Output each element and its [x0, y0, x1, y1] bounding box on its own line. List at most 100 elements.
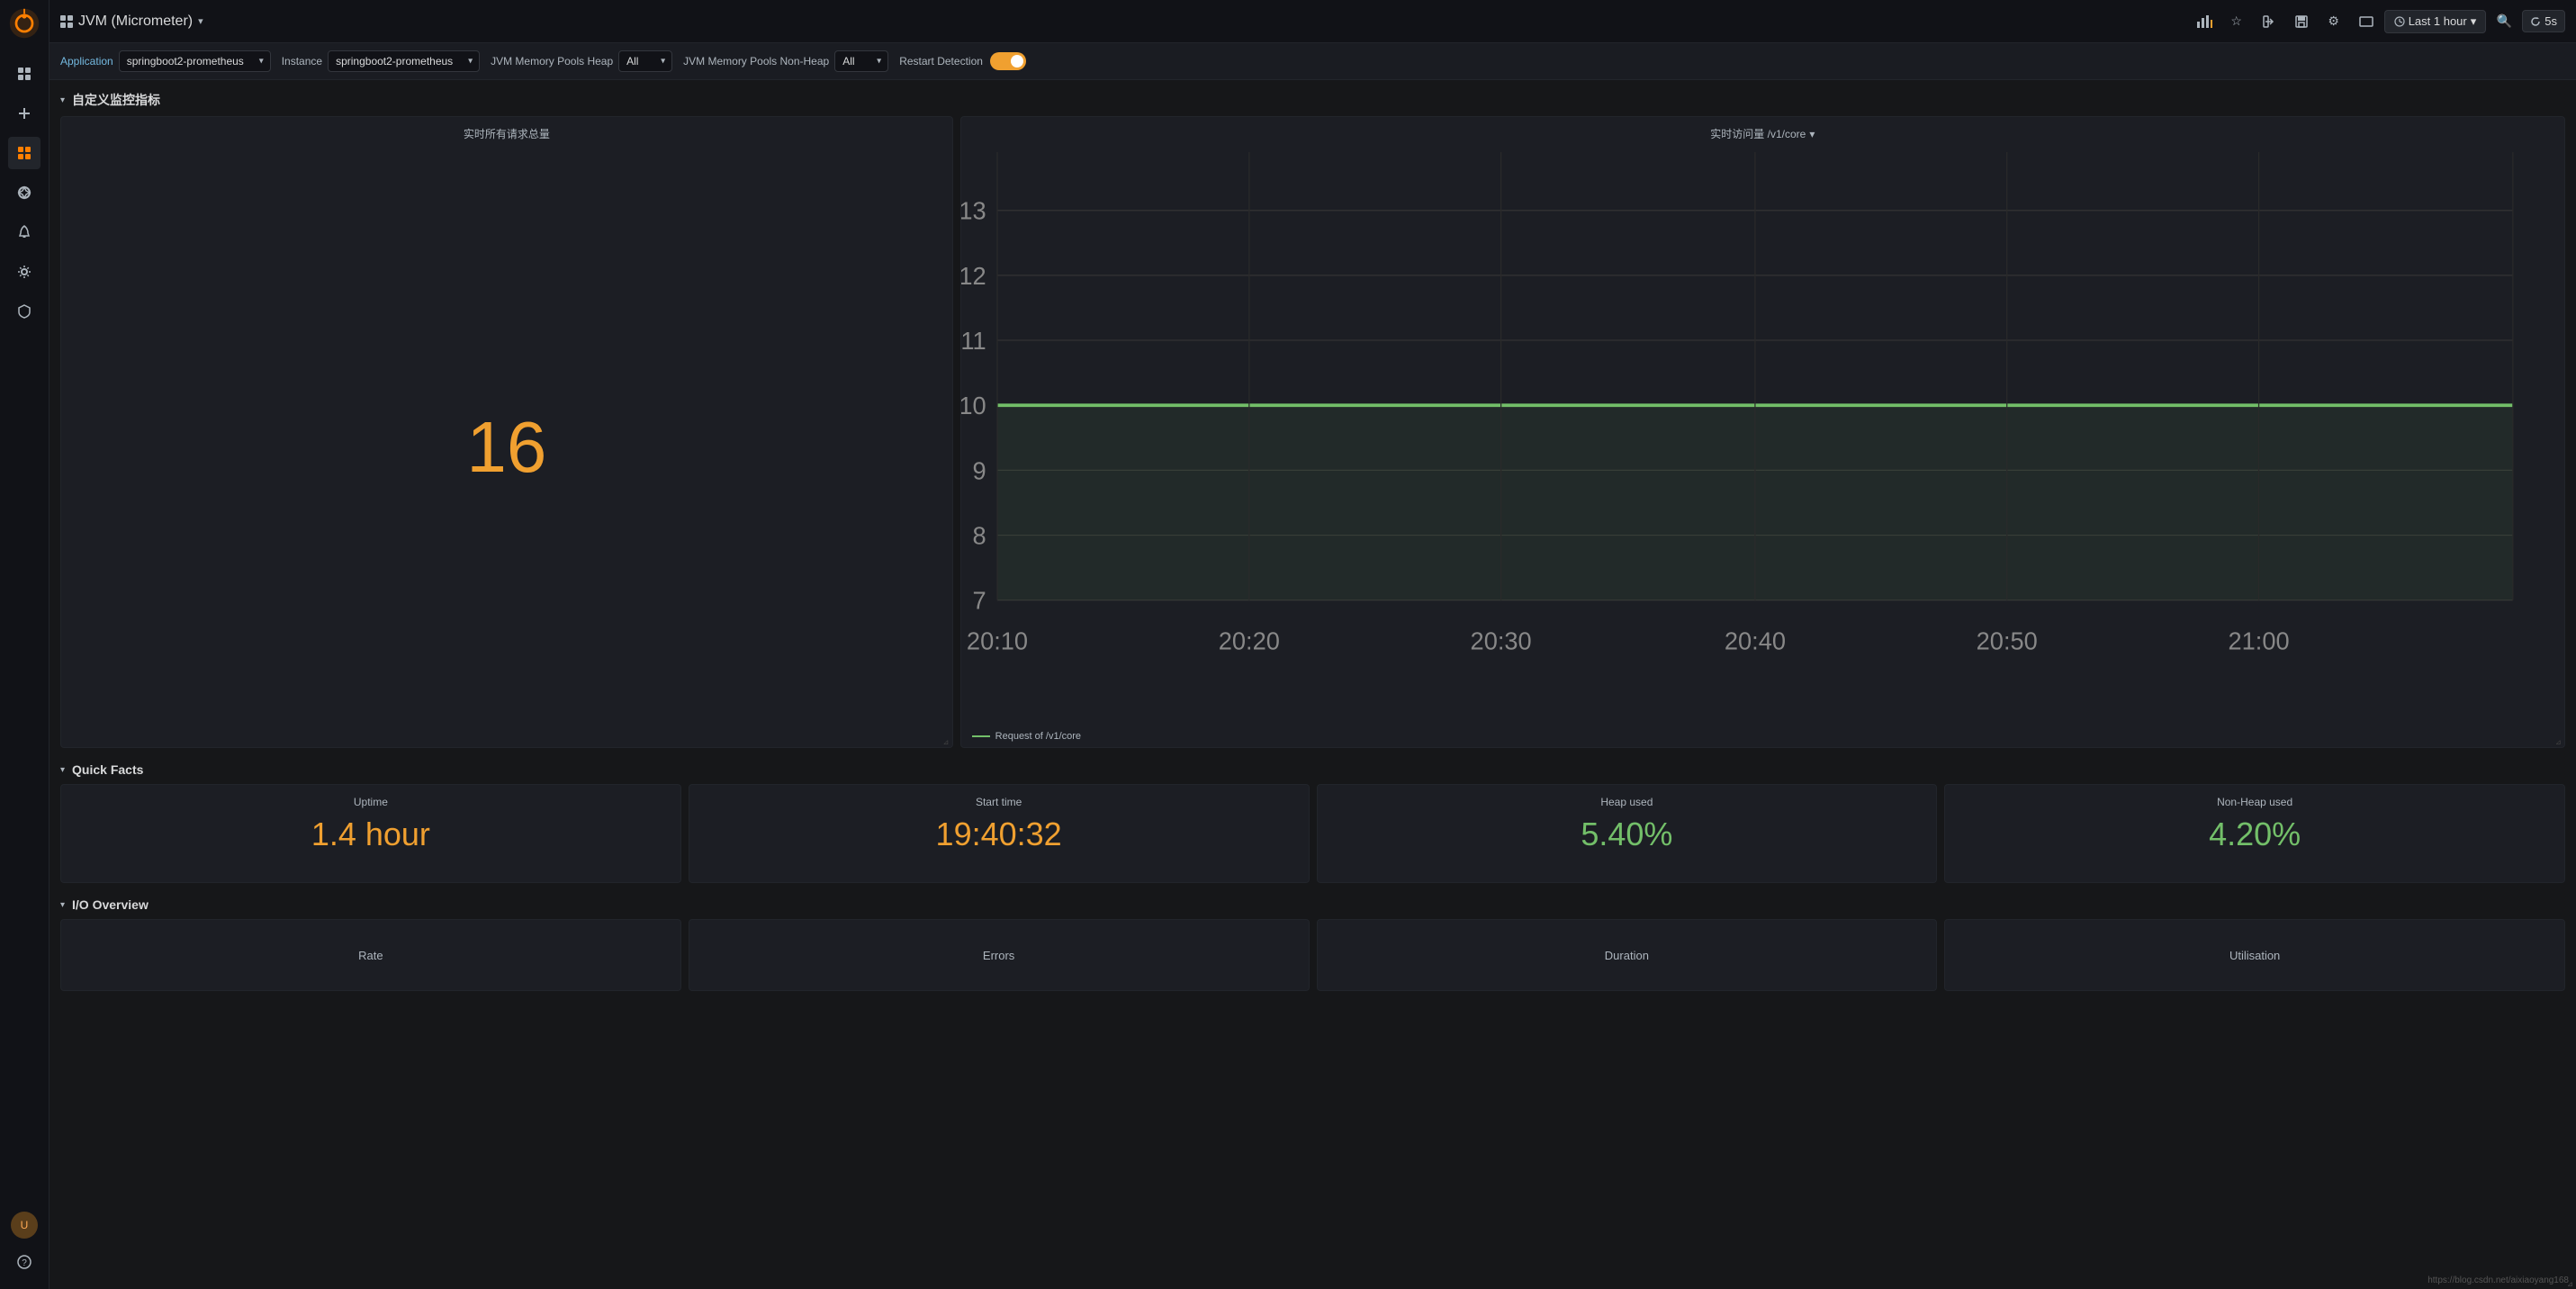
start-time-value: 19:40:32: [936, 816, 1062, 853]
content-area: ▾ 自定义监控指标 实时所有请求总量 16 ⊿ 实时访问量 /v1/core ▾: [50, 80, 2576, 1289]
jvm-heap-filter: JVM Memory Pools Heap All: [491, 50, 672, 72]
jvm-heap-select[interactable]: All: [618, 50, 672, 72]
main-content: JVM (Micrometer) ▾ ☆ ⚙ Last 1 hour ▾: [50, 0, 2576, 1289]
svg-text:20:40: 20:40: [1724, 626, 1785, 654]
duration-panel: Duration: [1317, 919, 1938, 991]
quick-facts-chevron: ▾: [60, 765, 65, 775]
svg-text:10: 10: [960, 392, 986, 419]
sidebar-item-home[interactable]: [8, 137, 41, 169]
jvm-nonheap-select[interactable]: All: [834, 50, 888, 72]
dashboard-title-text: JVM (Micrometer): [78, 14, 193, 30]
start-time-panel: Start time 19:40:32 ⊿: [689, 784, 1310, 883]
non-heap-used-label: Non-Heap used: [2217, 796, 2292, 808]
restart-detection-label: Restart Detection: [899, 55, 983, 68]
non-heap-used-value: 4.20%: [2209, 816, 2301, 853]
settings-button[interactable]: ⚙: [2319, 7, 2348, 36]
utilisation-label: Utilisation: [2229, 949, 2280, 962]
chart-svg: 7 8 9 10 11 12 13 20:10: [997, 152, 2557, 690]
svg-text:11: 11: [960, 327, 986, 355]
graph-view-button[interactable]: [2190, 7, 2219, 36]
svg-text:7: 7: [972, 587, 986, 615]
jvm-heap-select-wrap[interactable]: All: [618, 50, 672, 72]
custom-metrics-section: ▾ 自定义监控指标 实时所有请求总量 16 ⊿ 实时访问量 /v1/core ▾: [60, 91, 2565, 748]
io-overview-chevron: ▾: [60, 900, 65, 910]
chart-area: 7 8 9 10 11 12 13 20:10: [961, 145, 2564, 726]
start-time-label: Start time: [976, 796, 1022, 808]
uptime-value: 1.4 hour: [311, 816, 430, 853]
application-filter-label: Application: [60, 55, 113, 68]
errors-label: Errors: [983, 949, 1014, 962]
instance-select-wrap[interactable]: springboot2-prometheus: [328, 50, 480, 72]
sidebar: U ?: [0, 0, 50, 1289]
svg-text:20:50: 20:50: [1976, 626, 2037, 654]
total-requests-panel: 实时所有请求总量 16 ⊿: [60, 116, 953, 748]
rate-label: Rate: [358, 949, 383, 962]
sidebar-item-explore[interactable]: [8, 176, 41, 209]
jvm-nonheap-label: JVM Memory Pools Non-Heap: [683, 55, 829, 68]
realtime-chart-panel: 实时访问量 /v1/core ▾: [960, 116, 2565, 748]
quick-facts-header[interactable]: ▾ Quick Facts: [60, 762, 2565, 777]
filter-bar: Application springboot2-prometheus Insta…: [50, 43, 2576, 80]
star-button[interactable]: ☆: [2222, 7, 2251, 36]
custom-metrics-header[interactable]: ▾ 自定义监控指标: [60, 91, 2565, 109]
svg-text:?: ?: [22, 1258, 27, 1268]
svg-text:21:00: 21:00: [2228, 626, 2289, 654]
application-select[interactable]: springboot2-prometheus: [119, 50, 271, 72]
user-avatar[interactable]: U: [11, 1212, 38, 1239]
share-button[interactable]: [2255, 7, 2283, 36]
heap-used-value: 5.40%: [1581, 816, 1672, 853]
svg-text:13: 13: [960, 197, 986, 225]
instance-filter-label: Instance: [282, 55, 322, 68]
svg-text:20:20: 20:20: [1218, 626, 1279, 654]
chart-title-chevron[interactable]: ▾: [1809, 128, 1815, 140]
application-select-wrap[interactable]: springboot2-prometheus: [119, 50, 271, 72]
zoom-out-button[interactable]: 🔍: [2490, 7, 2518, 36]
sidebar-item-shield[interactable]: [8, 295, 41, 328]
svg-text:20:30: 20:30: [1470, 626, 1531, 654]
topbar: JVM (Micrometer) ▾ ☆ ⚙ Last 1 hour ▾: [50, 0, 2576, 43]
application-filter: Application springboot2-prometheus: [60, 50, 271, 72]
save-button[interactable]: [2287, 7, 2316, 36]
heap-used-label: Heap used: [1600, 796, 1653, 808]
tv-mode-button[interactable]: [2352, 7, 2381, 36]
instance-filter: Instance springboot2-prometheus: [282, 50, 480, 72]
restart-detection-toggle[interactable]: [990, 52, 1026, 70]
dashboard-title-chevron: ▾: [198, 15, 203, 27]
sidebar-item-help[interactable]: ?: [8, 1246, 41, 1278]
refresh-picker[interactable]: 5s: [2522, 10, 2565, 32]
io-overview-header[interactable]: ▾ I/O Overview: [60, 897, 2565, 912]
jvm-nonheap-filter: JVM Memory Pools Non-Heap All: [683, 50, 888, 72]
total-requests-value: 16: [61, 147, 952, 747]
dashboard-title[interactable]: JVM (Micrometer) ▾: [60, 14, 203, 30]
quick-facts-panels: Uptime 1.4 hour ⊿ Start time 19:40:32 ⊿ …: [60, 784, 2565, 883]
sidebar-item-alerts[interactable]: [8, 216, 41, 248]
svg-text:8: 8: [972, 521, 986, 549]
uptime-panel: Uptime 1.4 hour ⊿: [60, 784, 681, 883]
svg-text:12: 12: [960, 262, 986, 290]
instance-select[interactable]: springboot2-prometheus: [328, 50, 480, 72]
topbar-actions: ☆ ⚙ Last 1 hour ▾ 🔍 5s: [2190, 7, 2565, 36]
quick-facts-section: ▾ Quick Facts Uptime 1.4 hour ⊿ Start ti…: [60, 762, 2565, 883]
time-range-picker[interactable]: Last 1 hour ▾: [2384, 10, 2487, 33]
refresh-interval-label: 5s: [2544, 14, 2557, 28]
jvm-nonheap-select-wrap[interactable]: All: [834, 50, 888, 72]
total-requests-panel-title: 实时所有请求总量: [61, 117, 952, 147]
chart-resize-handle[interactable]: ⊿: [2555, 738, 2562, 745]
sidebar-item-add[interactable]: [8, 97, 41, 130]
footer-url: https://blog.csdn.net/aixiaoyang168: [2427, 1275, 2569, 1285]
chevron-icon: ▾: [60, 95, 65, 105]
io-overview-panels: Rate Errors Duration Utilisation: [60, 919, 2565, 991]
chart-legend: Request of /v1/core: [961, 726, 2564, 747]
sidebar-item-dashboards[interactable]: [8, 58, 41, 90]
grid-icon: [60, 15, 73, 28]
realtime-chart-title-text: 实时访问量 /v1/core: [1710, 126, 1806, 141]
io-overview-section: ▾ I/O Overview Rate Errors Duration Util…: [60, 897, 2565, 991]
utilisation-panel: Utilisation: [1944, 919, 2565, 991]
realtime-chart-title: 实时访问量 /v1/core ▾: [961, 117, 2564, 145]
svg-text:20:10: 20:10: [967, 626, 1028, 654]
chart-legend-label: Request of /v1/core: [995, 731, 1081, 742]
resize-handle[interactable]: ⊿: [943, 738, 950, 745]
restart-detection-toggle-wrap: Restart Detection: [899, 52, 1026, 70]
sidebar-item-configuration[interactable]: [8, 256, 41, 288]
grafana-logo[interactable]: [8, 7, 41, 40]
